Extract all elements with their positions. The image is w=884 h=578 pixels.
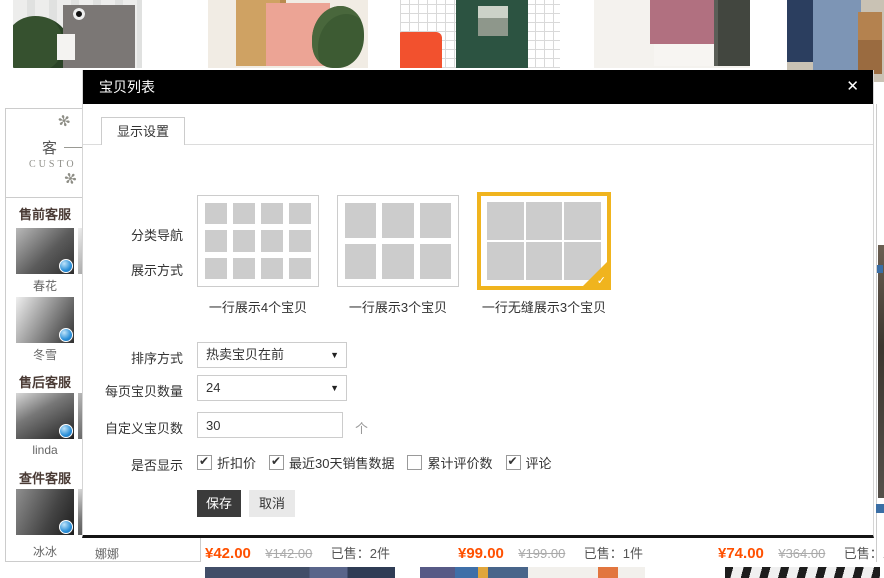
agent-name: 娜娜 — [78, 545, 136, 562]
chevron-down-icon: ▼ — [330, 376, 339, 400]
avatar[interactable] — [16, 228, 74, 274]
dialog-header: 宝贝列表 ✕ — [83, 70, 873, 104]
section-title-aftersale: 售后客服 — [19, 372, 71, 391]
orange-furniture-decor — [400, 32, 442, 68]
checkbox-checked-icon[interactable] — [506, 455, 521, 470]
checkbox-total-reviews[interactable]: 累计评价数 — [407, 453, 492, 472]
white-pants — [654, 44, 714, 66]
product-price-row: ¥99.00 ¥199.00 已售：1件 — [458, 543, 643, 563]
sort-select-value: 热卖宝贝在前 — [206, 347, 284, 362]
logo-cn-text: 客 — [42, 137, 57, 158]
product-photo[interactable] — [13, 0, 142, 68]
chat-bubble-icon — [59, 259, 73, 273]
price-current: ¥74.00 — [718, 545, 764, 562]
avatar[interactable] — [16, 393, 74, 439]
close-icon[interactable]: ✕ — [846, 77, 859, 95]
agent-name: linda — [16, 443, 74, 457]
flourish-icon: ✻ — [56, 111, 73, 132]
price-original: ¥364.00 — [778, 546, 825, 561]
chat-bubble-icon — [59, 520, 73, 534]
custom-count-input[interactable] — [197, 412, 343, 438]
watch-decor — [73, 8, 85, 20]
checkbox-30day-sales[interactable]: 最近30天销售数据 — [269, 453, 394, 472]
sold-count: 已售：2件 — [331, 546, 390, 561]
face-print-decor — [478, 6, 508, 36]
price-original: ¥142.00 — [265, 546, 312, 561]
chat-bubble-icon — [59, 328, 73, 342]
grid-preview — [205, 203, 311, 279]
right-product-fragment — [878, 245, 884, 498]
price-current: ¥42.00 — [205, 545, 251, 562]
per-page-select[interactable]: 24 ▼ — [197, 375, 347, 401]
display-option-label: 一行无缝展示3个宝贝 — [477, 297, 611, 316]
checkbox-label: 累计评价数 — [427, 453, 492, 472]
shirt-cuff — [57, 34, 75, 60]
product-photo[interactable] — [725, 567, 880, 578]
right-panel-border — [876, 104, 877, 562]
tab-display-settings[interactable]: 显示设置 — [101, 117, 185, 145]
display-option-4-per-row[interactable] — [197, 195, 319, 287]
cancel-button[interactable]: 取消 — [249, 490, 295, 517]
product-photo[interactable] — [205, 567, 395, 578]
chat-bubble-icon — [59, 424, 73, 438]
agent-name: 春花 — [16, 277, 74, 294]
link-fragment — [877, 265, 883, 273]
checkbox-comments[interactable]: 评论 — [506, 453, 552, 472]
field-label-sort: 排序方式 — [83, 348, 183, 367]
avatar[interactable] — [16, 297, 74, 343]
avatar[interactable] — [16, 489, 74, 535]
field-label-show: 是否显示 — [83, 455, 183, 474]
display-option-3-per-row[interactable] — [337, 195, 459, 287]
checkmark-icon: ✓ — [597, 274, 606, 287]
per-page-select-value: 24 — [206, 380, 220, 395]
agent-name: 冰冰 — [16, 543, 74, 560]
sold-count: 已售：1件 — [844, 546, 884, 561]
display-option-3-seamless[interactable]: ✓ — [477, 192, 611, 290]
checkbox-label: 最近30天销售数据 — [289, 453, 394, 472]
field-label-per-page: 每页宝贝数量 — [83, 381, 183, 400]
display-option-label: 一行展示4个宝贝 — [191, 297, 325, 316]
checkbox-checked-icon[interactable] — [269, 455, 284, 470]
field-label-display: 展示方式 — [83, 260, 183, 279]
sort-select[interactable]: 热卖宝贝在前 ▼ — [197, 342, 347, 368]
price-original: ¥199.00 — [518, 546, 565, 561]
section-title-presale: 售前客服 — [19, 204, 71, 223]
checkbox-checked-icon[interactable] — [197, 455, 212, 470]
product-price-row: ¥42.00 ¥142.00 已售：2件 — [205, 543, 390, 563]
unit-label: 个 — [355, 418, 368, 437]
mauve-tshirt — [650, 0, 718, 44]
product-photo[interactable] — [420, 567, 645, 578]
show-checkbox-group: 折扣价 最近30天销售数据 累计评价数 评论 — [197, 453, 552, 472]
checkbox-label: 评论 — [526, 453, 552, 472]
tab-divider — [83, 144, 873, 145]
dialog-title: 宝贝列表 — [99, 70, 155, 104]
product-list-settings-dialog: 宝贝列表 ✕ 显示设置 分类导航 打开 关闭 展示方式 ✓ 一行展示4个宝贝 一… — [82, 70, 874, 538]
chevron-down-icon: ▼ — [330, 343, 339, 367]
field-label-custom-count: 自定义宝贝数 — [83, 418, 183, 437]
checkbox-discount-price[interactable]: 折扣价 — [197, 453, 256, 472]
section-title-tracking: 查件客服 — [19, 468, 71, 487]
denim-jeans — [813, 0, 861, 72]
price-current: ¥99.00 — [458, 545, 504, 562]
agent-name: 冬雪 — [16, 346, 74, 363]
product-photo[interactable] — [400, 0, 560, 68]
display-option-label: 一行展示3个宝贝 — [331, 297, 465, 316]
checkbox-label: 折扣价 — [217, 453, 256, 472]
product-price-row: ¥74.00 ¥364.00 已售：1件 — [718, 543, 884, 563]
flourish-icon: ✻ — [61, 167, 79, 188]
product-photo[interactable] — [208, 0, 368, 68]
link-fragment — [876, 504, 884, 513]
grid-preview — [345, 203, 451, 279]
window-decor — [714, 0, 750, 66]
sold-count: 已售：1件 — [584, 546, 643, 561]
plant-decor — [312, 6, 364, 68]
save-button[interactable]: 保存 — [197, 490, 241, 517]
stool-decor — [858, 12, 882, 74]
checkbox-unchecked-icon[interactable] — [407, 455, 422, 470]
product-photo[interactable] — [594, 0, 750, 68]
field-label-nav: 分类导航 — [83, 225, 183, 244]
